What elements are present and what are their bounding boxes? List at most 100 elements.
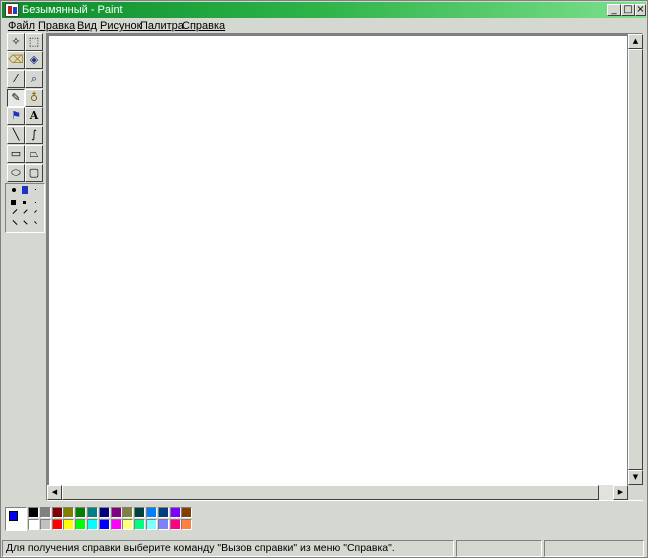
airbrush-tool[interactable]: ⚑ <box>7 107 25 125</box>
brush-icon: ♁ <box>29 91 39 104</box>
backslash-medium-option[interactable] <box>23 220 28 225</box>
brush-size-small-option[interactable] <box>35 189 36 190</box>
pencil-icon: ✎ <box>11 91 21 104</box>
status-bar: Для получения справки выберите команду "… <box>2 540 646 557</box>
paint-window: Безымянный - Paint _ □ × Файл Правка Вид… <box>0 0 648 558</box>
arrow-left-icon: ◀ <box>51 488 58 496</box>
palette-swatch[interactable] <box>181 507 193 518</box>
window-title: Безымянный - Paint <box>22 4 123 16</box>
vertical-scroll-thumb[interactable] <box>628 49 643 470</box>
menu-bar: Файл Правка Вид Рисунок Палитра Справка <box>2 18 646 34</box>
palette-swatch[interactable] <box>157 519 169 530</box>
menu-edit[interactable]: Правка <box>38 19 75 33</box>
palette-swatch[interactable] <box>75 507 87 518</box>
palette-swatch[interactable] <box>87 507 98 518</box>
fill-tool[interactable]: ◈ <box>25 51 43 69</box>
status-coordinates-pane <box>456 540 542 557</box>
backslash-small-option[interactable] <box>34 221 37 224</box>
brush-size-large-option[interactable] <box>12 188 16 192</box>
palette-swatch[interactable] <box>169 519 181 530</box>
palette-swatch[interactable] <box>169 507 181 518</box>
brush-tool[interactable]: ♁ <box>25 89 43 107</box>
title-bar[interactable]: Безымянный - Paint _ □ × <box>2 2 646 18</box>
palette-swatch[interactable] <box>75 519 87 530</box>
horizontal-scrollbar[interactable]: ◀ ▶ <box>47 485 628 500</box>
palette-swatch[interactable] <box>51 507 63 518</box>
menu-help[interactable]: Справка <box>182 19 225 33</box>
paint-app-icon[interactable] <box>5 3 19 17</box>
slash-medium-option[interactable] <box>23 209 28 214</box>
free-form-select-tool[interactable]: ✧ <box>7 33 25 51</box>
palette-swatch[interactable] <box>28 519 39 530</box>
minimize-button[interactable]: _ <box>607 4 621 16</box>
palette-swatch[interactable] <box>110 507 122 518</box>
menu-colors[interactable]: Палитра <box>140 19 184 33</box>
palette-swatch[interactable] <box>98 519 110 530</box>
magnifier-tool[interactable]: ⌕ <box>25 70 43 88</box>
scrollbar-corner <box>628 485 643 500</box>
square-large-option[interactable] <box>11 200 16 205</box>
scroll-right-button[interactable]: ▶ <box>613 485 628 500</box>
scroll-up-button[interactable]: ▲ <box>628 34 643 49</box>
palette-swatch[interactable] <box>181 519 193 530</box>
ellipse-tool[interactable]: ⬭ <box>7 164 25 182</box>
maximize-button[interactable]: □ <box>621 4 635 16</box>
arrow-right-icon: ▶ <box>617 488 624 496</box>
scroll-left-button[interactable]: ◀ <box>47 485 62 500</box>
palette-swatch[interactable] <box>63 507 75 518</box>
color-picker-tool[interactable]: ⁄ <box>7 70 25 88</box>
square-small-option[interactable] <box>35 202 36 203</box>
tool-options-panel <box>5 183 45 233</box>
palette-swatch[interactable] <box>134 519 146 530</box>
foreground-color-swatch <box>9 511 18 521</box>
palette-swatch[interactable] <box>146 507 157 518</box>
palette-swatch[interactable] <box>39 519 51 530</box>
palette-swatch[interactable] <box>39 507 51 518</box>
status-size-pane <box>544 540 644 557</box>
curve-icon: ∫ <box>31 128 37 141</box>
close-button[interactable]: × <box>635 4 646 16</box>
polygon-tool[interactable]: ⏢ <box>25 145 43 163</box>
scroll-down-button[interactable]: ▼ <box>628 470 643 485</box>
eraser-tool[interactable]: ⌫ <box>7 51 25 69</box>
current-colors-indicator[interactable] <box>5 507 27 531</box>
palette-swatch[interactable] <box>98 507 110 518</box>
vertical-scrollbar[interactable]: ▲ ▼ <box>628 34 643 485</box>
color-picker-icon: ⁄ <box>15 72 17 85</box>
palette-swatch[interactable] <box>122 519 134 530</box>
menu-file[interactable]: Файл <box>8 19 35 33</box>
text-tool[interactable]: A <box>25 107 43 125</box>
rect-select-tool[interactable]: ⬚ <box>25 33 43 51</box>
text-icon: A <box>29 109 39 122</box>
rectangle-tool[interactable]: ▭ <box>7 145 25 163</box>
palette-swatch[interactable] <box>146 519 157 530</box>
menu-image[interactable]: Рисунок <box>100 19 142 33</box>
palette-swatch[interactable] <box>28 507 39 518</box>
ellipse-icon: ⬭ <box>11 166 21 179</box>
arrow-down-icon: ▼ <box>632 473 639 481</box>
brush-size-medium-option[interactable] <box>22 186 28 194</box>
slash-small-option[interactable] <box>34 210 37 213</box>
curve-tool[interactable]: ∫ <box>25 126 43 144</box>
horizontal-scroll-thumb[interactable] <box>62 485 599 500</box>
palette-swatch[interactable] <box>110 519 122 530</box>
menu-view[interactable]: Вид <box>77 19 97 33</box>
drawing-canvas[interactable] <box>49 36 627 485</box>
rounded-rect-tool[interactable]: ▢ <box>25 164 43 182</box>
fill-bucket-icon: ◈ <box>29 53 39 66</box>
palette-swatch[interactable] <box>63 519 75 530</box>
line-tool[interactable]: ╲ <box>7 126 25 144</box>
slash-large-option[interactable] <box>12 209 18 214</box>
palette-swatch[interactable] <box>87 519 98 530</box>
eraser-icon: ⌫ <box>8 53 24 66</box>
palette-swatch[interactable] <box>157 507 169 518</box>
backslash-large-option[interactable] <box>12 220 18 225</box>
color-palette <box>2 503 646 539</box>
square-medium-option[interactable] <box>23 201 26 204</box>
rectangle-icon: ▭ <box>10 147 22 160</box>
palette-swatch[interactable] <box>51 519 63 530</box>
palette-swatch[interactable] <box>122 507 134 518</box>
palette-swatch[interactable] <box>134 507 146 518</box>
pencil-tool[interactable]: ✎ <box>7 89 25 107</box>
rect-select-icon: ⬚ <box>28 35 40 48</box>
